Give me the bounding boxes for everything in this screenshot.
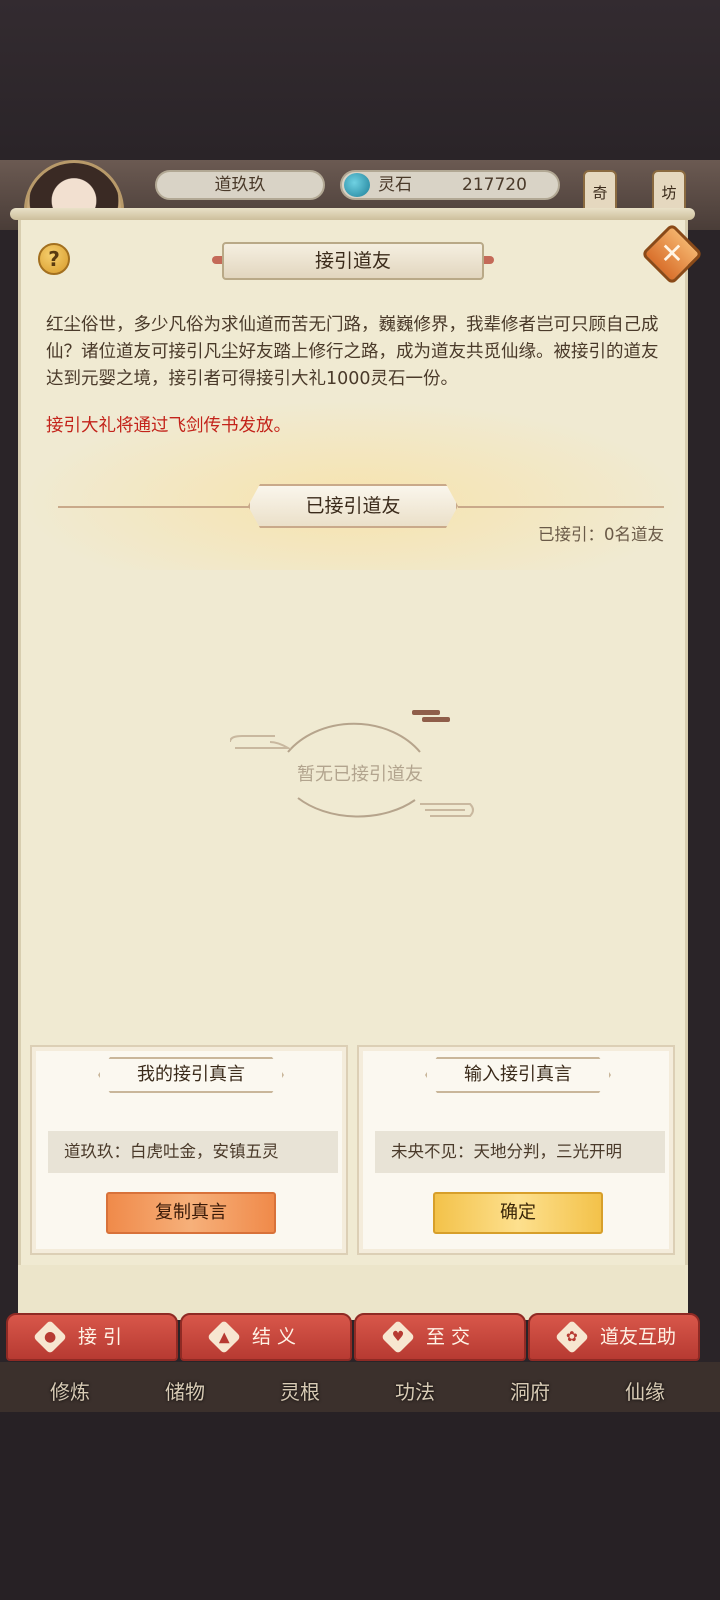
my-invite-code-title: 我的接引真言 xyxy=(98,1057,284,1093)
invite-code-input[interactable]: 未央不见：天地分判，三光开明 xyxy=(375,1131,665,1173)
tab-invite-label: 接 引 xyxy=(78,1326,123,1348)
invited-section-title: 已接引道友 xyxy=(248,484,458,528)
confirm-button[interactable]: 确定 xyxy=(433,1192,603,1234)
nav-technique[interactable]: 功法 xyxy=(370,1376,460,1405)
copy-code-button[interactable]: 复制真言 xyxy=(106,1192,276,1234)
people-icon: ▲ xyxy=(207,1320,241,1354)
person-icon: ● xyxy=(33,1320,67,1354)
tab-mutual-help-label: 道友互助 xyxy=(600,1326,677,1348)
description-text: 红尘俗世，多少凡俗为求仙道而苦无门路，巍巍修界，我辈修者岂可只顾自己成仙？诸位道… xyxy=(46,315,659,389)
notice-text: 接引大礼将通过飞剑传书发放。 xyxy=(46,416,291,436)
enter-invite-code-title: 输入接引真言 xyxy=(425,1057,611,1093)
close-icon: ✕ xyxy=(660,237,684,270)
bottom-background xyxy=(0,1412,720,1600)
divider-right xyxy=(458,506,664,508)
nav-fate[interactable]: 仙缘 xyxy=(600,1376,690,1405)
stone-value: 217720 xyxy=(462,175,527,195)
top-background xyxy=(0,0,720,160)
scroll-bottom xyxy=(18,1265,688,1320)
nav-spirit-root[interactable]: 灵根 xyxy=(255,1376,345,1405)
help-icon: ✿ xyxy=(555,1320,589,1354)
nav-storage[interactable]: 储物 xyxy=(140,1376,230,1405)
divider-left xyxy=(58,506,250,508)
tab-sworn[interactable]: ▲ 结 义 xyxy=(180,1313,352,1361)
tab-close-friend[interactable]: ♥ 至 交 xyxy=(354,1313,526,1361)
nav-cave[interactable]: 洞府 xyxy=(485,1376,575,1405)
dialog-title: 接引道友 xyxy=(222,242,484,280)
empty-state-text: 暂无已接引道友 xyxy=(297,764,423,785)
tab-invite[interactable]: ● 接 引 xyxy=(6,1313,178,1361)
invited-count: 已接引：0名道友 xyxy=(538,525,664,544)
spirit-stone-counter: 灵石 217720 xyxy=(340,170,560,200)
heart-icon: ♥ xyxy=(381,1320,415,1354)
dialog-tab-bar: ● 接 引 ▲ 结 义 ♥ 至 交 ✿ 道友互助 xyxy=(6,1313,712,1363)
nav-cultivate[interactable]: 修炼 xyxy=(25,1376,115,1405)
scroll-rod xyxy=(10,208,695,220)
enter-invite-code-card: 输入接引真言 未央不见：天地分判，三光开明 确定 xyxy=(357,1045,675,1255)
tab-sworn-label: 结 义 xyxy=(252,1326,297,1348)
spirit-stone-icon xyxy=(344,173,370,197)
my-invite-code-field: 道玖玖：白虎吐金，安镇五灵 xyxy=(48,1131,338,1173)
tab-close-friend-label: 至 交 xyxy=(426,1326,471,1348)
tab-mutual-help[interactable]: ✿ 道友互助 xyxy=(528,1313,700,1361)
stone-label: 灵石 xyxy=(378,175,412,195)
my-invite-code-card: 我的接引真言 道玖玖：白虎吐金，安镇五灵 复制真言 xyxy=(30,1045,348,1255)
player-name: 道玖玖 xyxy=(155,170,325,200)
help-button[interactable]: ? xyxy=(38,243,70,275)
